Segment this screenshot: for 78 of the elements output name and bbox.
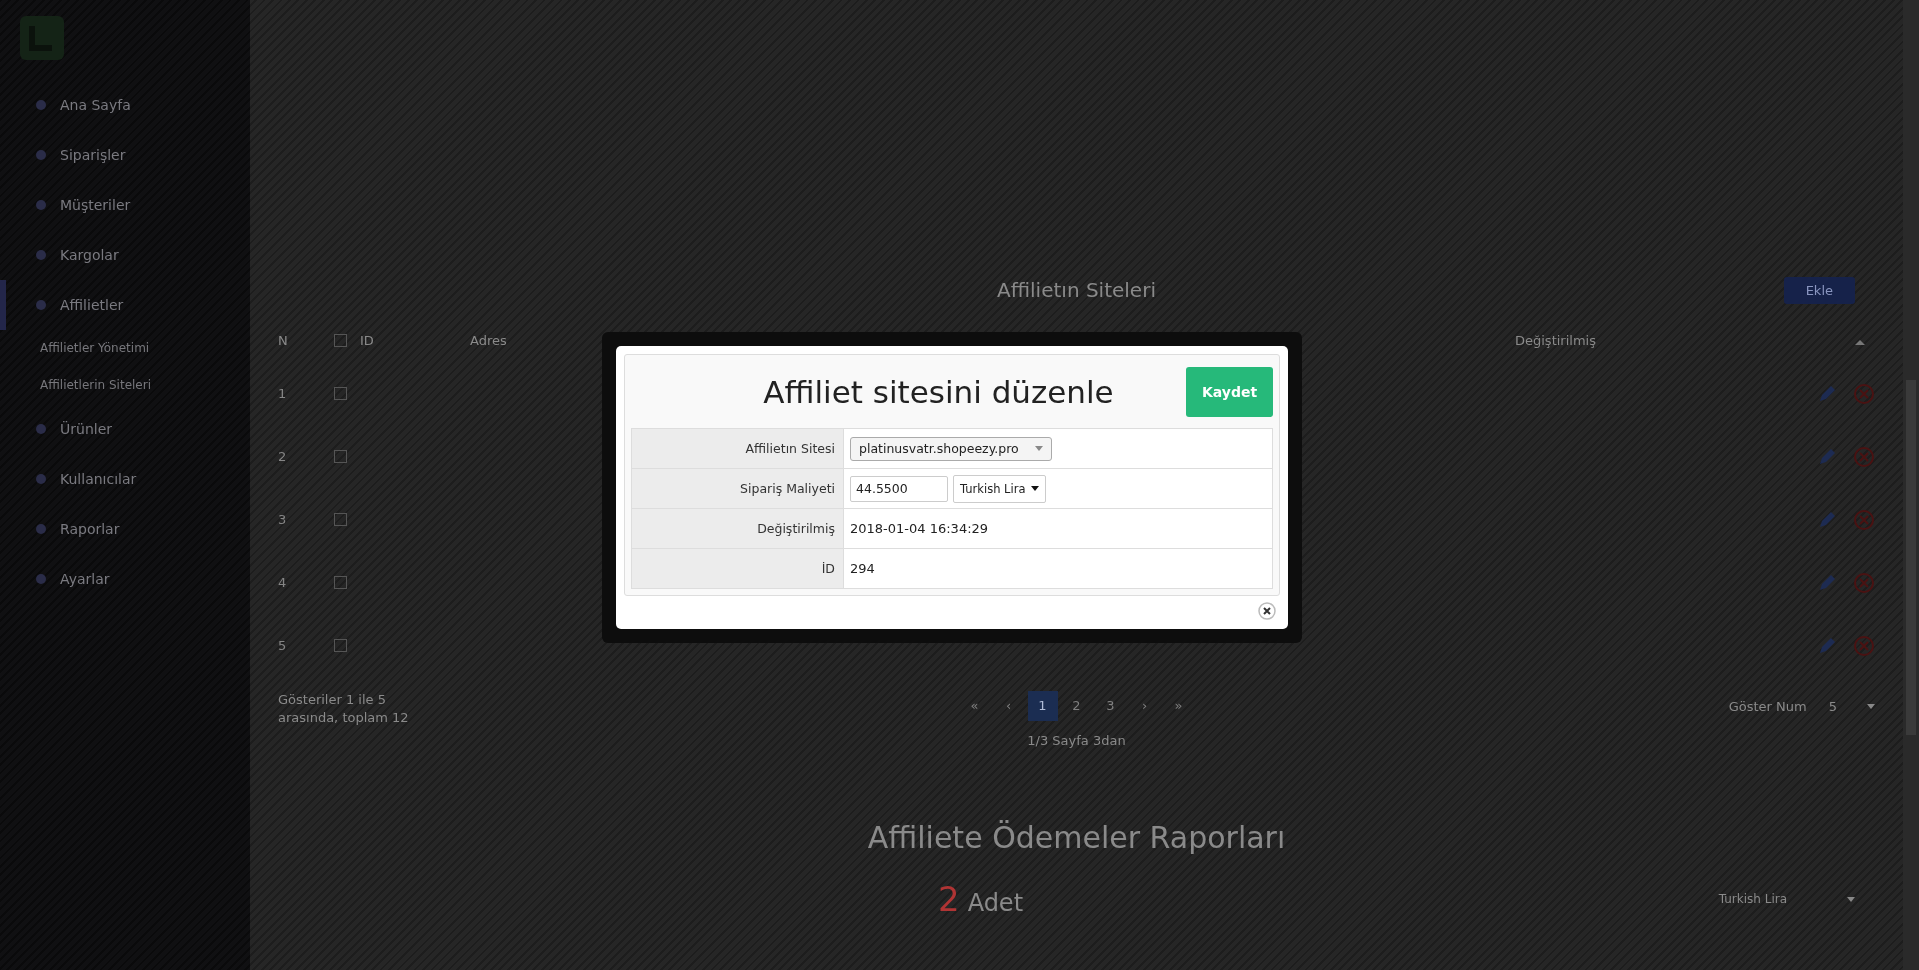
caret-icon: [1867, 703, 1875, 709]
page-button[interactable]: ›: [1129, 691, 1160, 721]
pencil-icon[interactable]: [1817, 446, 1837, 467]
pencil-icon[interactable]: [1817, 383, 1837, 404]
pencil-icon[interactable]: [1817, 572, 1837, 593]
scrollbar[interactable]: [1903, 0, 1919, 970]
count-label: Adet: [967, 889, 1024, 917]
delete-icon[interactable]: [1853, 382, 1875, 405]
delete-icon[interactable]: [1853, 634, 1875, 657]
sidebar-subitem[interactable]: Affilietlerin Siteleri: [0, 367, 250, 404]
page-info: 1/3 Sayfa 3dan: [1027, 733, 1126, 748]
bullet-icon: [36, 200, 46, 210]
add-button[interactable]: Ekle: [1783, 276, 1855, 304]
page-button[interactable]: «: [959, 691, 990, 721]
per-page-select[interactable]: 5: [1828, 698, 1875, 714]
checkbox[interactable]: [334, 333, 347, 347]
checkbox[interactable]: [334, 450, 347, 463]
delete-icon[interactable]: [1853, 445, 1875, 468]
caret-icon: [1847, 896, 1855, 902]
currency-select[interactable]: Turkish Lira: [1718, 892, 1855, 906]
column-header[interactable]: ID: [360, 332, 470, 348]
page-button[interactable]: 2: [1061, 691, 1092, 721]
count-number: 2: [938, 879, 960, 919]
save-button[interactable]: Kaydet: [1186, 366, 1273, 417]
currency-select[interactable]: Turkish Lira: [953, 474, 1047, 503]
caret-icon: [1035, 446, 1043, 451]
caret-icon: [1031, 486, 1040, 491]
section-title: Affiliete Ödemeler Raporları: [866, 820, 1287, 855]
sidebar-item[interactable]: Ayarlar: [0, 554, 250, 604]
results-summary: Gösteriler 1 ile 5 arasında, toplam 12: [278, 691, 410, 727]
bullet-icon: [36, 424, 46, 434]
checkbox[interactable]: [334, 639, 347, 652]
section-title: Affilietın Siteleri: [997, 278, 1156, 302]
sidebar-subitem[interactable]: Affilietler Yönetimi: [0, 330, 250, 367]
table-cell-text: 1: [278, 386, 288, 401]
page-button[interactable]: ‹: [993, 691, 1024, 721]
sidebar-item[interactable]: Müşteriler: [0, 180, 250, 230]
checkbox[interactable]: [334, 387, 347, 400]
field-value: 2018-01-04 16:34:29: [850, 521, 989, 536]
table-cell-text: 2: [278, 449, 288, 464]
bullet-icon: [36, 250, 46, 260]
checkbox[interactable]: [334, 513, 347, 526]
page-button[interactable]: »: [1163, 691, 1194, 721]
column-header[interactable]: Değiştirilmiş: [1515, 332, 1785, 348]
table-cell-text: 5: [278, 638, 288, 653]
modal-title: Affiliet sitesini düzenle: [762, 373, 1115, 410]
sidebar-item[interactable]: Siparişler: [0, 130, 250, 180]
table-cell-text: 4: [278, 575, 288, 590]
page-button[interactable]: 3: [1095, 691, 1126, 721]
column-header[interactable]: N: [278, 332, 334, 348]
bullet-icon: [36, 300, 46, 310]
delete-icon[interactable]: [1853, 508, 1875, 531]
bullet-icon: [36, 474, 46, 484]
table-cell-text: 3: [278, 512, 288, 527]
page-button[interactable]: 1: [1027, 691, 1058, 721]
sidebar-item[interactable]: Kullanıcılar: [0, 454, 250, 504]
bullet-icon: [36, 574, 46, 584]
site-select[interactable]: platinusvatr.shopeezy.pro: [850, 436, 1052, 461]
checkbox[interactable]: [334, 576, 347, 589]
bullet-icon: [36, 524, 46, 534]
sidebar-item[interactable]: Affilietler: [0, 280, 250, 330]
pencil-icon[interactable]: [1817, 635, 1837, 656]
bullet-icon: [36, 150, 46, 160]
input-field[interactable]: 44.5500: [850, 475, 948, 502]
field-label: İD: [632, 549, 844, 588]
sidebar-item[interactable]: Kargolar: [0, 230, 250, 280]
sidebar-item[interactable]: Ana Sayfa: [0, 80, 250, 130]
field-value: 294: [850, 561, 875, 576]
field-label: Değiştirilmiş: [632, 509, 844, 548]
per-page-label: Göster Num: [1728, 698, 1807, 714]
sidebar-item[interactable]: Raporlar: [0, 504, 250, 554]
field-label: Sipariş Maliyeti: [632, 469, 844, 508]
bullet-icon: [36, 100, 46, 110]
field-label: Affilietın Sitesi: [632, 429, 844, 468]
close-icon[interactable]: [1258, 602, 1276, 620]
pencil-icon[interactable]: [1817, 509, 1837, 530]
delete-icon[interactable]: [1853, 571, 1875, 594]
sidebar-item[interactable]: Ürünler: [0, 404, 250, 454]
